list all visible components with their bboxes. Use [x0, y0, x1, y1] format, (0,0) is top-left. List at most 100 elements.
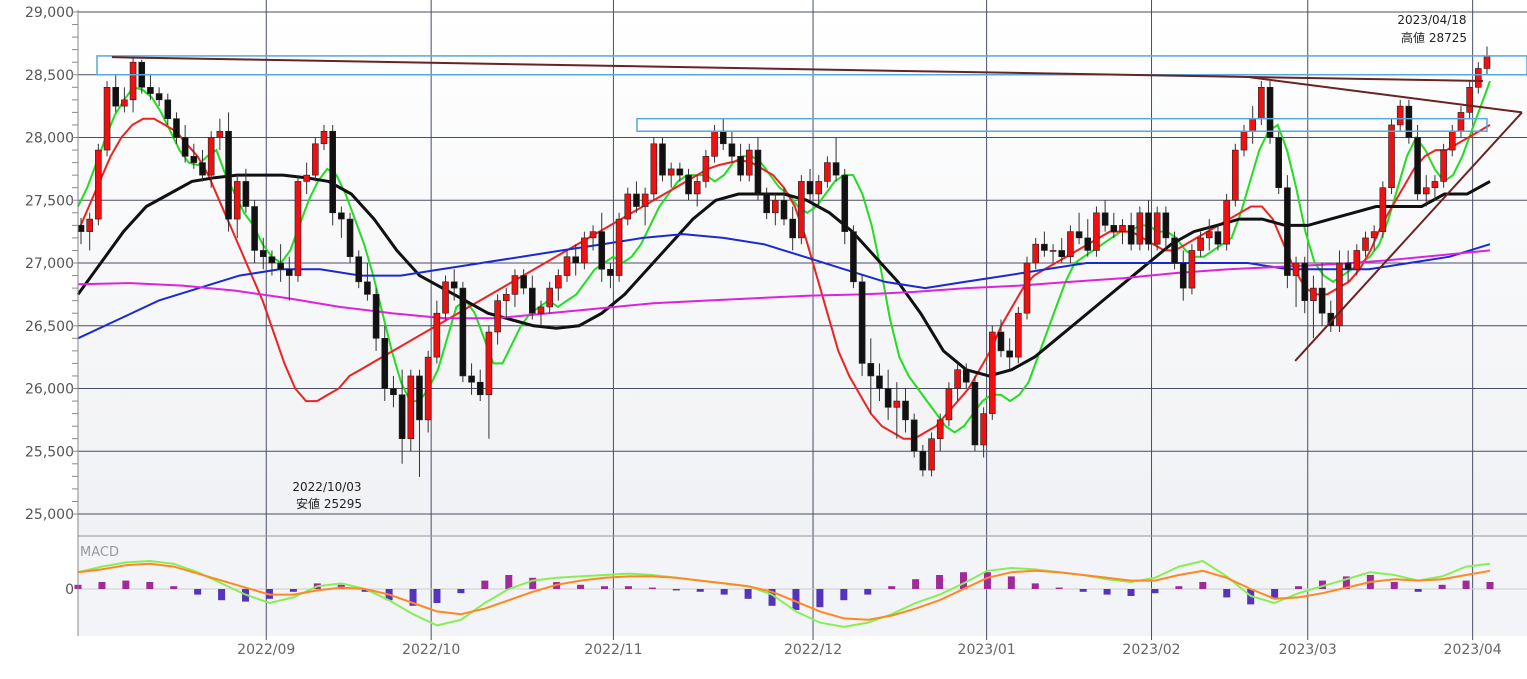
candle-up — [668, 169, 674, 175]
macd-histogram-bar — [792, 589, 799, 610]
candle-up — [616, 219, 622, 275]
candle-up — [495, 301, 501, 332]
candle-up — [1189, 250, 1195, 288]
candle-down — [477, 382, 483, 395]
candle-down — [1172, 238, 1178, 263]
candle-up — [434, 313, 440, 357]
candle-up — [1241, 131, 1247, 150]
candle-up — [1484, 56, 1490, 69]
candle-up — [981, 414, 987, 445]
candle-down — [260, 250, 266, 256]
macd-histogram-bar — [433, 589, 440, 603]
macd-histogram-bar — [912, 579, 919, 589]
candle-up — [651, 144, 657, 194]
candle-down — [252, 207, 258, 251]
y-tick-label: 27,500 — [25, 193, 74, 209]
y-tick-label: 25,500 — [25, 444, 74, 460]
macd-histogram-bar — [697, 589, 704, 592]
macd-histogram-bar — [840, 589, 847, 600]
candle-down — [1319, 288, 1325, 313]
macd-histogram-bar — [1223, 589, 1230, 597]
candle-down — [1102, 213, 1108, 226]
candle-up — [1224, 200, 1230, 244]
candle-down — [998, 332, 1004, 351]
candle-down — [1284, 188, 1290, 276]
candle-down — [338, 213, 344, 219]
macd-histogram-bar — [218, 589, 225, 600]
candle-down — [807, 181, 813, 194]
macd-histogram-bar — [673, 589, 680, 590]
candle-up — [1232, 150, 1238, 200]
candle-down — [1076, 232, 1082, 238]
candle-down — [182, 138, 188, 157]
macd-histogram-bar — [1128, 589, 1135, 596]
macd-histogram-bar — [1056, 588, 1063, 589]
x-tick-label: 2023/02 — [1122, 642, 1180, 658]
candle-down — [1267, 87, 1273, 137]
macd-histogram-bar — [1151, 589, 1158, 593]
candle-down — [677, 169, 683, 175]
candle-down — [1215, 232, 1221, 245]
y-tick-label: 29,000 — [25, 5, 74, 21]
candle-down — [165, 100, 171, 119]
macd-histogram-bar — [864, 589, 871, 595]
candle-up — [937, 420, 943, 439]
candle-up — [1449, 131, 1455, 150]
candle-up — [1198, 238, 1204, 251]
candle-up — [1354, 250, 1360, 269]
candle-down — [364, 282, 370, 295]
candle-down — [200, 163, 206, 176]
candle-up — [512, 276, 518, 295]
candle-down — [729, 144, 735, 157]
macd-panel-background — [78, 536, 1527, 636]
candle-down — [963, 370, 969, 383]
candle-down — [373, 294, 379, 338]
candle-up — [1423, 188, 1429, 194]
x-tick-label: 2022/09 — [237, 642, 295, 658]
candle-up — [1015, 313, 1021, 357]
candle-down — [347, 219, 353, 257]
candle-down — [781, 200, 787, 219]
candle-down — [1041, 244, 1047, 250]
candle-down — [156, 94, 162, 100]
candle-down — [755, 150, 761, 194]
candle-up — [1380, 188, 1386, 232]
candle-down — [599, 232, 605, 270]
candle-up — [1293, 263, 1299, 276]
candle-down — [356, 257, 362, 282]
candle-down — [1406, 106, 1412, 137]
candle-up — [1475, 68, 1481, 87]
candle-down — [876, 376, 882, 389]
candle-down — [1007, 351, 1013, 357]
candle-up — [1441, 150, 1447, 181]
x-tick-label: 2022/12 — [784, 642, 842, 658]
macd-histogram-bar — [1463, 581, 1470, 589]
candle-up — [625, 194, 631, 219]
candle-down — [1163, 213, 1169, 238]
candle-up — [538, 307, 544, 313]
macd-histogram-bar — [1008, 576, 1015, 589]
candle-down — [859, 282, 865, 364]
candle-up — [989, 332, 995, 414]
macd-histogram-bar — [1175, 586, 1182, 589]
macd-histogram-bar — [146, 582, 153, 589]
x-tick-label: 2023/01 — [958, 642, 1016, 658]
candle-up — [486, 332, 492, 395]
macd-histogram-bar — [816, 589, 823, 607]
candle-up — [130, 62, 136, 100]
candle-down — [686, 175, 692, 194]
macd-histogram-bar — [936, 575, 943, 589]
x-tick-label: 2022/10 — [402, 642, 460, 658]
candle-down — [226, 131, 232, 219]
candle-up — [703, 156, 709, 181]
candle-down — [330, 131, 336, 213]
candle-up — [1154, 213, 1160, 244]
candle-up — [208, 138, 214, 176]
macd-y-tick-label: 0 — [65, 582, 74, 598]
candle-up — [408, 376, 414, 439]
candle-down — [1059, 250, 1065, 256]
macd-histogram-bar — [745, 589, 752, 599]
candle-down — [1146, 213, 1152, 244]
candle-down — [460, 288, 466, 376]
y-tick-label: 28,500 — [25, 68, 74, 84]
